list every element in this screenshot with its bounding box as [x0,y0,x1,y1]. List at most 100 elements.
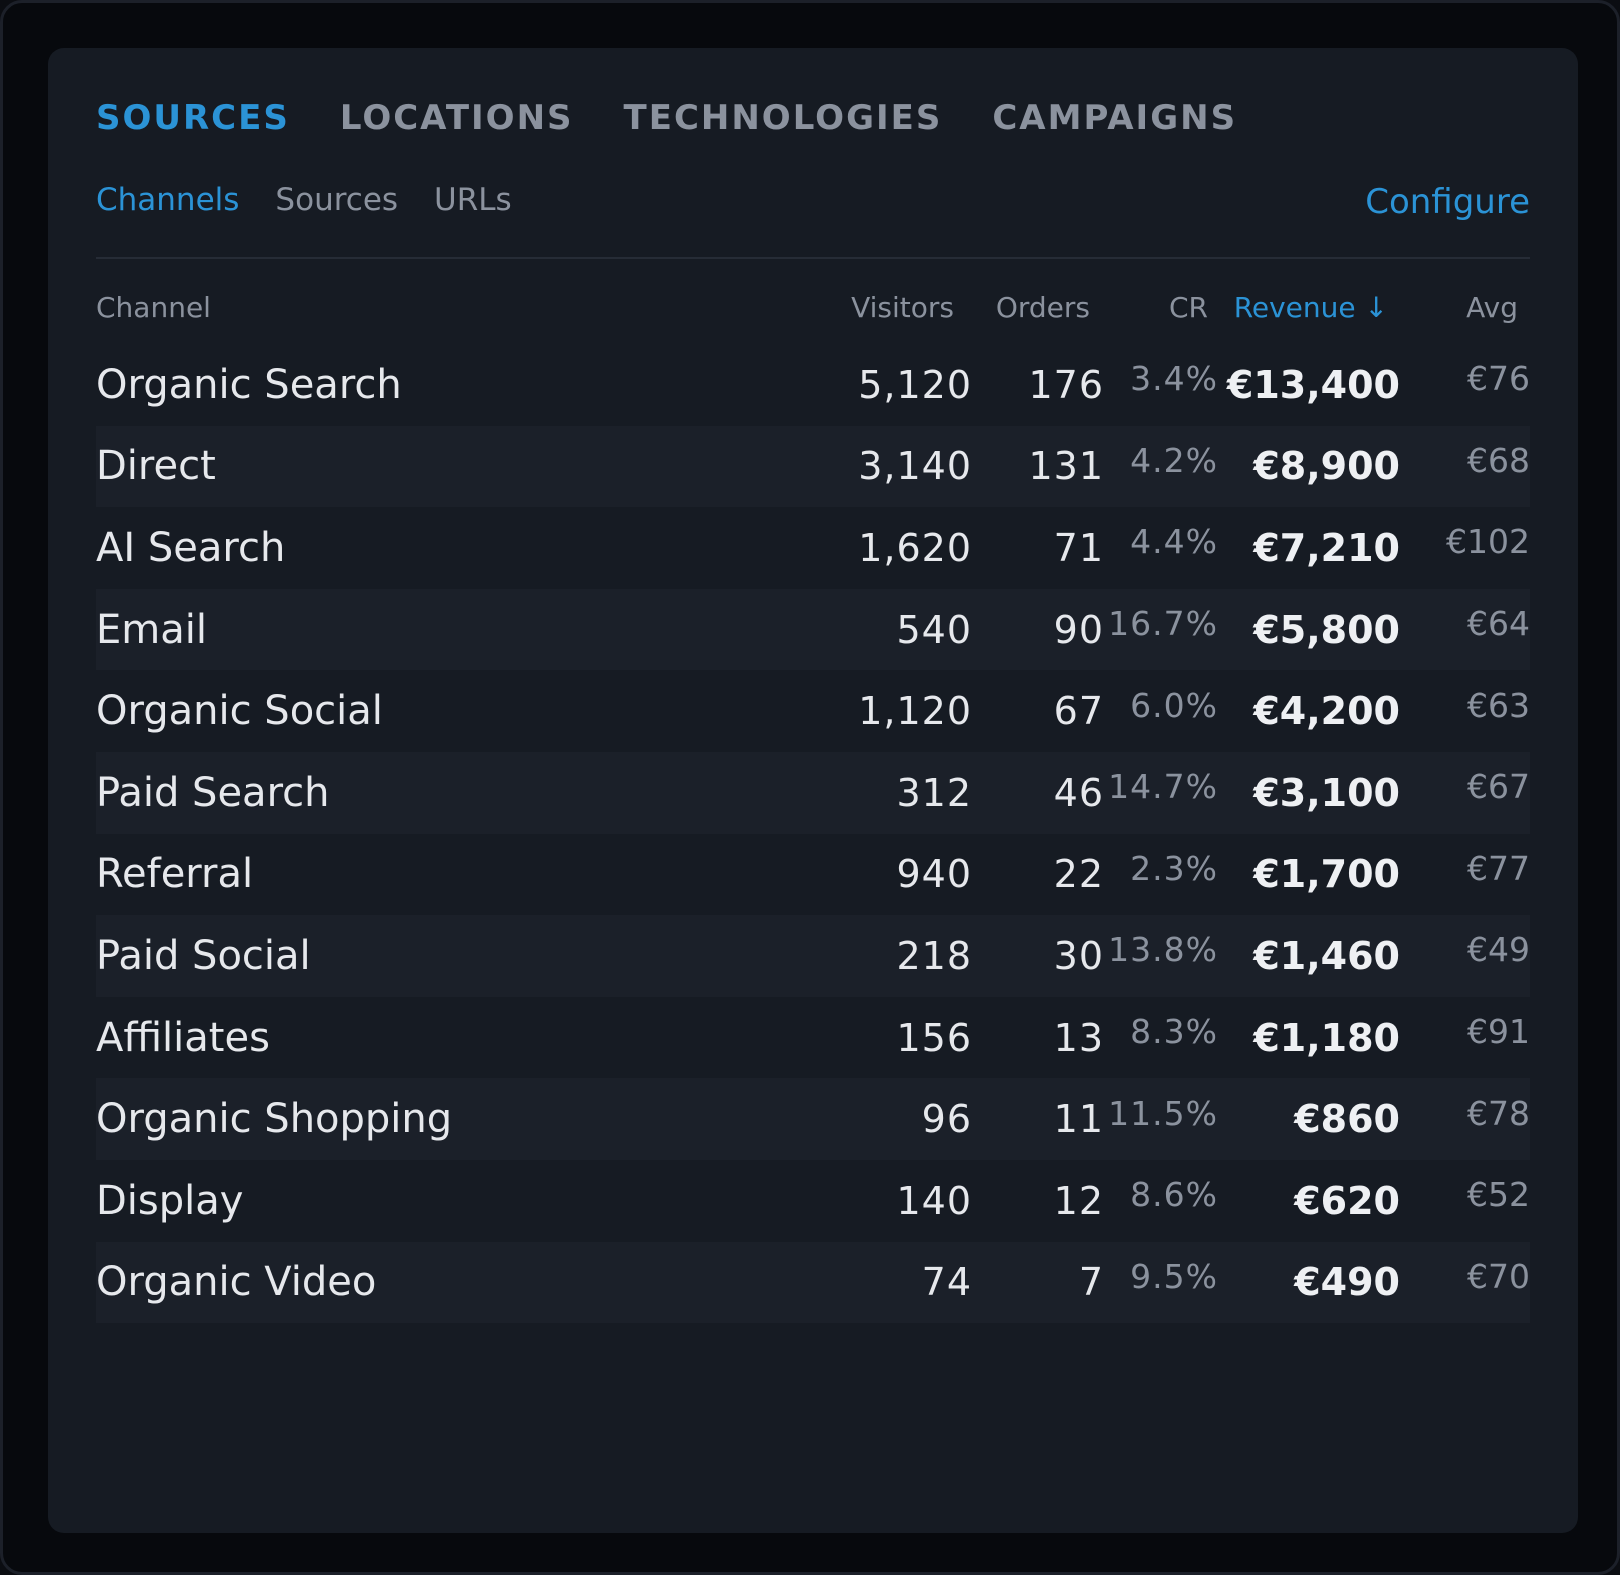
avg-value: €91 [1467,1012,1530,1052]
column-header-revenue-sorted[interactable]: Revenue ↓ [1234,288,1388,328]
avg-value: €76 [1467,359,1530,399]
revenue-value: €3,100 [1253,770,1400,815]
visitors-value: 156 [896,1015,972,1060]
channel-name: Organic Social [96,688,383,735]
channel-name: AI Search [96,524,286,571]
visitors-value: 96 [921,1097,972,1142]
tab-sources[interactable]: SOURCES [96,98,290,138]
subtab-sources[interactable]: Sources [275,180,398,220]
avg-value: €52 [1467,1175,1530,1215]
channel-name: Paid Social [96,932,311,979]
revenue-value: €13,400 [1226,362,1400,407]
channels-table-body: Organic Search 5,120 176 3.4% €13,400 €7… [96,344,1530,1324]
sub-tabs: Channels Sources URLs [96,180,512,220]
subtab-urls[interactable]: URLs [434,180,512,220]
orders-value: 11 [1053,1097,1104,1142]
revenue-value: €1,180 [1253,1015,1400,1060]
orders-value: 7 [1078,1260,1104,1305]
table-header: Channel Visitors Orders CR Revenue ↓ Avg [96,288,1530,328]
top-tabs: SOURCES LOCATIONS TECHNOLOGIES CAMPAIGNS [96,98,1237,138]
avg-value: €63 [1467,685,1530,725]
window-frame: SOURCES LOCATIONS TECHNOLOGIES CAMPAIGNS… [0,0,1620,1575]
revenue-value: €620 [1294,1178,1400,1223]
avg-value: €77 [1467,848,1530,888]
visitors-value: 540 [896,607,972,652]
cr-value: 8.3% [1130,1012,1218,1052]
visitors-value: 312 [896,770,972,815]
table-row[interactable]: Direct 3,140 131 4.2% €8,900 €68 [96,425,1530,508]
cr-value: 8.6% [1130,1175,1218,1215]
orders-value: 30 [1053,933,1104,978]
avg-value: €68 [1467,440,1530,480]
channel-name: Direct [96,443,216,490]
column-header-avg[interactable]: Avg [1466,288,1518,328]
channels-panel: SOURCES LOCATIONS TECHNOLOGIES CAMPAIGNS… [48,48,1578,1533]
orders-value: 12 [1053,1178,1104,1223]
channel-name: Organic Shopping [96,1096,453,1143]
revenue-value: €4,200 [1253,689,1400,734]
column-header-channel[interactable]: Channel [96,288,211,328]
cr-value: 4.4% [1130,522,1218,562]
revenue-value: €490 [1294,1260,1400,1305]
orders-value: 13 [1053,1015,1104,1060]
orders-value: 131 [1028,444,1104,489]
channel-name: Email [96,606,207,653]
cr-value: 3.4% [1130,359,1218,399]
subtab-channels[interactable]: Channels [96,180,239,220]
cr-value: 4.2% [1130,440,1218,480]
revenue-value: €860 [1294,1097,1400,1142]
channel-name: Affiliates [96,1014,270,1061]
cr-value: 16.7% [1108,604,1218,644]
table-row[interactable]: Referral 940 22 2.3% €1,700 €77 [96,834,1530,916]
orders-value: 67 [1053,689,1104,734]
channel-name: Referral [96,851,254,898]
cr-value: 2.3% [1130,848,1218,888]
orders-value: 22 [1053,852,1104,897]
tab-locations[interactable]: LOCATIONS [340,98,574,138]
tab-technologies[interactable]: TECHNOLOGIES [624,98,943,138]
orders-value: 46 [1053,770,1104,815]
avg-value: €70 [1467,1256,1530,1296]
visitors-value: 1,620 [858,525,972,570]
cr-value: 13.8% [1108,930,1218,970]
cr-value: 9.5% [1130,1256,1218,1296]
orders-value: 90 [1053,607,1104,652]
revenue-value: €1,460 [1253,933,1400,978]
tab-campaigns[interactable]: CAMPAIGNS [992,98,1237,138]
table-row[interactable]: Organic Shopping 96 11 11.5% €860 €78 [96,1078,1530,1160]
visitors-value: 218 [896,933,972,978]
table-row[interactable]: AI Search 1,620 71 4.4% €7,210 €102 [96,507,1530,589]
cr-value: 14.7% [1108,767,1218,807]
column-header-orders[interactable]: Orders [996,288,1090,328]
divider [96,257,1530,259]
table-row[interactable]: Display 140 12 8.6% €620 €52 [96,1160,1530,1242]
column-header-visitors[interactable]: Visitors [851,288,954,328]
cr-value: 11.5% [1108,1093,1218,1133]
table-row[interactable]: Organic Video 74 7 9.5% €490 €70 [96,1241,1530,1324]
revenue-value: €7,210 [1253,525,1400,570]
visitors-value: 5,120 [858,362,972,407]
table-row[interactable]: Paid Search 312 46 14.7% €3,100 €67 [96,751,1530,834]
channel-name: Display [96,1177,244,1224]
avg-value: €102 [1446,522,1530,562]
channel-name: Paid Search [96,769,330,816]
orders-value: 71 [1053,525,1104,570]
cr-value: 6.0% [1130,685,1218,725]
table-row[interactable]: Organic Search 5,120 176 3.4% €13,400 €7… [96,344,1530,426]
column-header-cr[interactable]: CR [1169,288,1208,328]
channel-name: Organic Search [96,361,402,408]
table-row[interactable]: Organic Social 1,120 67 6.0% €4,200 €63 [96,670,1530,752]
visitors-value: 140 [896,1178,972,1223]
table-row[interactable]: Affiliates 156 13 8.3% €1,180 €91 [96,997,1530,1079]
orders-value: 176 [1028,362,1104,407]
visitors-value: 940 [896,852,972,897]
table-row[interactable]: Email 540 90 16.7% €5,800 €64 [96,588,1530,671]
avg-value: €64 [1467,604,1530,644]
visitors-value: 3,140 [858,444,972,489]
revenue-value: €1,700 [1253,852,1400,897]
avg-value: €67 [1467,767,1530,807]
table-row[interactable]: Paid Social 218 30 13.8% €1,460 €49 [96,915,1530,997]
configure-link[interactable]: Configure [1365,182,1530,222]
revenue-value: €5,800 [1253,607,1400,652]
visitors-value: 74 [921,1260,972,1305]
